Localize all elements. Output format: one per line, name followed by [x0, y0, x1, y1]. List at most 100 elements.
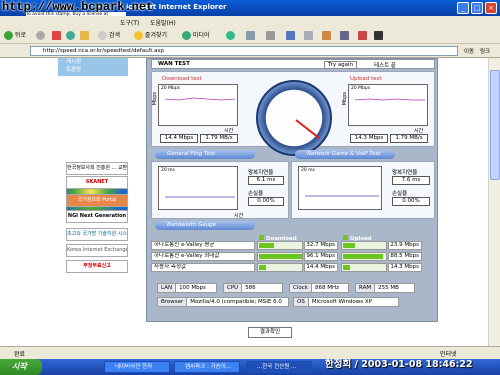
messenger-icon: [374, 31, 383, 40]
bw-row-label: 하나로통신 e-Valley 평균: [151, 241, 255, 250]
menu-tools[interactable]: 도구(T): [120, 18, 139, 27]
speedtest-panel: WAN TEST Try again 테스트 끝 Download test 2…: [146, 58, 438, 322]
bw-dl-bar-fill: [259, 243, 274, 248]
upload-title: Upload test: [350, 76, 382, 82]
favorites-button[interactable]: 즐겨찾기: [134, 30, 167, 42]
search-button[interactable]: 검색: [98, 30, 120, 42]
test-status: 테스트 끝: [374, 63, 396, 69]
links-button[interactable]: 링크: [480, 47, 490, 55]
partner-logo[interactable]: NGI Next Generation: [66, 210, 128, 223]
nav-band: 게시판 토론방: [58, 58, 128, 76]
game-latency: 7.6 ms: [392, 176, 430, 185]
back-arrow-icon: [4, 31, 13, 40]
bw-dl-bar-fill: [259, 254, 303, 259]
wan-test-label: WAN TEST: [158, 61, 190, 67]
bw-dl-bar: [257, 241, 303, 250]
tool-button-3[interactable]: [358, 30, 367, 42]
close-button[interactable]: ×: [485, 2, 497, 14]
mail-button[interactable]: [246, 30, 255, 42]
timestamp-stamp: 한정희 / 2003-01-08 18:46:22: [325, 359, 473, 370]
stop-button[interactable]: [52, 30, 61, 42]
download-graph: 20 Mbps: [158, 84, 238, 126]
speed-gauge: [256, 80, 332, 156]
tab-general-ping[interactable]: General Ping Test: [155, 150, 255, 159]
discuss-button[interactable]: [304, 30, 313, 42]
result-button[interactable]: 결과확인: [248, 327, 292, 338]
window-controls: _ □ ×: [457, 2, 497, 14]
address-input[interactable]: http://speed.nca.or.kr/speedtest/default…: [30, 46, 458, 56]
bw-ul-bar: [341, 252, 387, 261]
partner-logo[interactable]: 부정무료신고: [66, 260, 128, 273]
partner-logo[interactable]: 한국정보사회 진흥원 ... 교환노드: [66, 162, 128, 175]
download-mbs: 1.79 MB/s: [200, 134, 238, 143]
partner-logo[interactable]: 초고속 국가망 기술지원 시스템: [66, 228, 128, 241]
bw-ul-bar-fill: [343, 254, 383, 259]
stop-icon: [52, 31, 61, 40]
go-button[interactable]: 이동: [464, 47, 474, 55]
home-button[interactable]: [80, 30, 89, 42]
media-button[interactable]: 미디어: [182, 30, 209, 42]
discuss-icon: [304, 31, 313, 40]
nav-item[interactable]: 게시판: [58, 58, 128, 66]
partner-logo[interactable]: 6KANET: [66, 176, 128, 189]
partner-logo[interactable]: Korea Internet Exchange: [66, 244, 128, 257]
menu-help[interactable]: 도움말(H): [150, 18, 176, 27]
search-icon: [98, 31, 107, 40]
bw-ul-bar-fill: [343, 243, 355, 248]
edit-icon: [286, 31, 295, 40]
bw-ul-value: 23.9 Mbps: [388, 241, 422, 250]
download-mbps: 14.4 Mbps: [160, 134, 198, 143]
bw-dl-bar: [257, 252, 303, 261]
ping-graph: 20 ms: [158, 166, 238, 210]
speedtest-header: WAN TEST Try again 테스트 끝: [151, 59, 435, 69]
ping-trace: [165, 196, 235, 198]
ping-latency: 6.1 ms: [248, 176, 284, 185]
upload-mbs: 1.79 MB/s: [390, 134, 428, 143]
game-loss: 0.00%: [392, 197, 430, 206]
tool-icon: [340, 31, 349, 40]
forward-button[interactable]: [36, 30, 45, 42]
bw-row-label: 사용자 측정값: [151, 263, 255, 272]
minimize-button[interactable]: _: [457, 2, 469, 14]
media-icon: [182, 31, 191, 40]
edit-button[interactable]: [286, 30, 295, 42]
ping-panel: 20 ms 시간 왕복지연율 6.1 ms 손실율 0.00%: [151, 161, 289, 219]
forward-arrow-icon: [36, 31, 45, 40]
upload-mbps: 14.3 Mbps: [350, 134, 388, 143]
taskbar-item[interactable]: 엠씨파크 : 가슴이...: [174, 361, 240, 373]
tool-icon: [358, 31, 367, 40]
upload-trace: [354, 98, 425, 101]
status-text: 완료: [14, 351, 26, 358]
bw-ul-bar: [341, 241, 387, 250]
tab-bandwidth-gauge[interactable]: Bandwidth Gauge: [155, 221, 255, 230]
gauge-needle: [295, 119, 321, 140]
print-button[interactable]: [266, 30, 275, 42]
nav-item[interactable]: 토론방: [58, 66, 128, 74]
taskbar-item[interactable]: ...한국 전산원 ...: [246, 361, 312, 373]
history-button[interactable]: [226, 30, 235, 42]
bw-dl-value: 32.7 Mbps: [304, 241, 338, 250]
history-icon: [226, 31, 235, 40]
bw-ul-bar: [341, 263, 387, 272]
back-button[interactable]: 뒤로: [4, 30, 26, 42]
menu-bar: 도구(T) 도움말(H): [0, 16, 500, 28]
spec-os: OS Microsoft Windows XP: [293, 297, 399, 307]
refresh-button[interactable]: [66, 30, 75, 42]
try-again-button[interactable]: Try again: [324, 61, 358, 69]
download-trace: [164, 97, 236, 101]
tab-network-game[interactable]: Network Game & VoIP Test: [295, 150, 395, 159]
star-icon: [134, 31, 143, 40]
game-panel: 20 ms 왕복지연율 7.6 ms 손실율 0.00%: [291, 161, 435, 219]
start-button[interactable]: 시작: [0, 359, 42, 375]
maximize-button[interactable]: □: [471, 2, 483, 14]
tool-button-2[interactable]: [340, 30, 349, 42]
vertical-scrollbar[interactable]: [488, 58, 500, 346]
partner-logo[interactable]: 국가정보화 Portal: [66, 194, 128, 207]
messenger-button[interactable]: [374, 30, 383, 42]
scroll-thumb[interactable]: [490, 70, 500, 180]
bw-ul-value: 14.3 Mbps: [388, 263, 422, 272]
taskbar-item[interactable]: 네이버사전 한자: [104, 361, 170, 373]
tool-button-1[interactable]: [322, 30, 331, 42]
spec-browser: Browser Mozilla/4.0 (compatible; MSIE 6.0: [157, 297, 289, 307]
upload-graph: 20 Mbps: [348, 84, 428, 126]
